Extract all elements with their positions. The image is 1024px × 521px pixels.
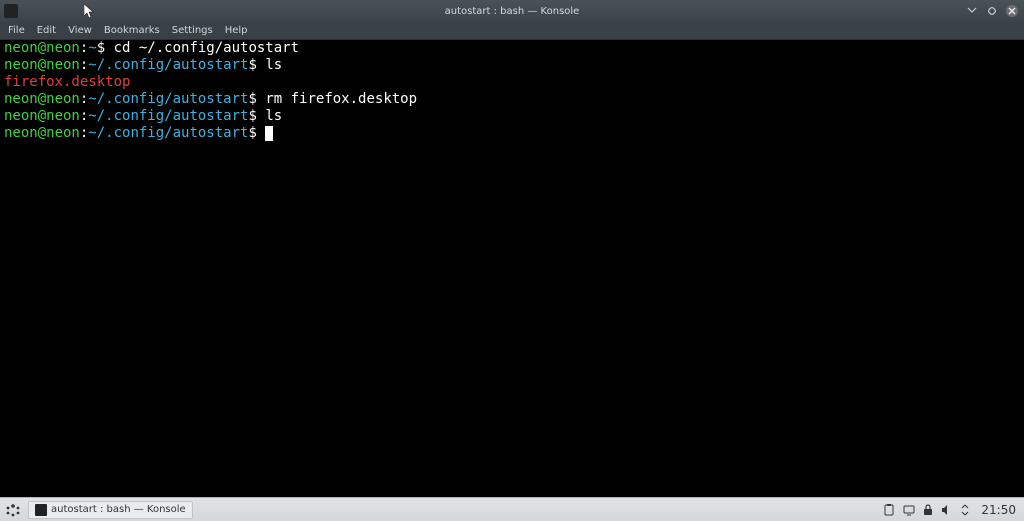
- tray-clock[interactable]: 21:50: [981, 503, 1016, 517]
- task-item-label: autostart : bash — Konsole: [51, 504, 186, 515]
- maximize-button[interactable]: [986, 5, 998, 17]
- titlebar-left: [0, 4, 18, 18]
- tray-display-icon[interactable]: [903, 504, 915, 516]
- menu-bookmarks[interactable]: Bookmarks: [104, 25, 160, 36]
- system-tray: 21:50: [883, 503, 1024, 517]
- tray-expand-icon[interactable]: [961, 504, 969, 516]
- tray-clipboard-icon[interactable]: [883, 504, 895, 516]
- menubar: File Edit View Bookmarks Settings Help: [0, 22, 1024, 40]
- terminal[interactable]: neon@neon:~$ cd ~/.config/autostartneon@…: [0, 40, 1024, 497]
- minimize-button[interactable]: [966, 5, 978, 17]
- close-button[interactable]: [1006, 5, 1018, 17]
- start-button[interactable]: [2, 499, 24, 521]
- window-title: autostart : bash — Konsole: [445, 6, 580, 17]
- tray-lock-icon[interactable]: [923, 504, 933, 516]
- taskbar: autostart : bash — Konsole 21:50: [0, 497, 1024, 521]
- menu-edit[interactable]: Edit: [37, 25, 56, 36]
- menu-settings[interactable]: Settings: [172, 25, 213, 36]
- tray-volume-icon[interactable]: [941, 504, 953, 516]
- titlebar: autostart : bash — Konsole: [0, 0, 1024, 22]
- konsole-icon: [35, 504, 47, 516]
- window-controls: [966, 5, 1018, 17]
- menu-help[interactable]: Help: [225, 25, 248, 36]
- menu-view[interactable]: View: [68, 25, 92, 36]
- menu-file[interactable]: File: [8, 25, 25, 36]
- app-icon: [4, 4, 18, 18]
- task-item-konsole[interactable]: autostart : bash — Konsole: [28, 501, 193, 519]
